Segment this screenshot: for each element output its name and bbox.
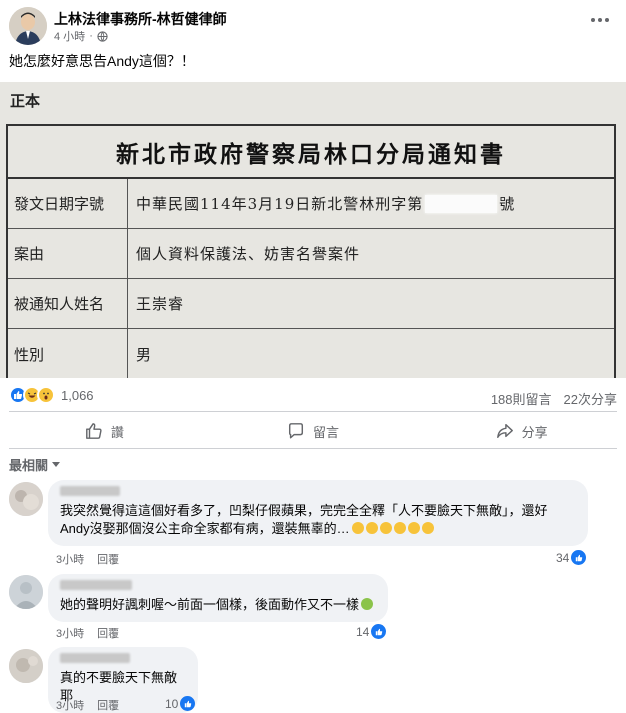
commenter-name-blurred[interactable] — [60, 580, 132, 590]
reply-link[interactable]: 回覆 — [97, 697, 119, 713]
doc-key: 案由 — [8, 229, 128, 278]
doc-value: 男 — [136, 345, 153, 364]
commenter-avatar[interactable] — [9, 649, 43, 683]
comment-like-count[interactable]: 10 — [165, 696, 196, 711]
doc-value: 中華民國114年3月19日新北警林刑字第 號 — [128, 179, 614, 228]
reaction-count: 1,066 — [61, 387, 94, 403]
divider — [9, 411, 617, 412]
like-reaction-icon — [180, 696, 196, 711]
divider — [9, 448, 617, 449]
doc-value: 王崇睿 — [136, 295, 185, 313]
post-header: 上林法律事務所-林哲健律師 4 小時 · — [0, 0, 626, 48]
emoji-icon — [365, 522, 378, 534]
like-reaction-icon — [571, 550, 587, 565]
emoji-icon — [351, 522, 364, 534]
comment-text: 我突然覺得這這個好看多了，凹梨仔假蘋果，完完全全釋「人不要臉天下無敵」，還好An… — [60, 503, 548, 536]
comment-like-count[interactable]: 14 — [356, 624, 387, 639]
doc-row: 被通知人姓名 王崇睿 — [8, 279, 614, 329]
comment-button[interactable]: 留言 — [209, 416, 418, 446]
comment-bubble: 她的聲明好諷刺喔～前面一個樣，後面動作又不一樣 — [48, 574, 388, 622]
like-reaction-icon — [371, 624, 387, 639]
comment-sort-dropdown[interactable]: 最相關 — [9, 455, 61, 474]
post-stats: 188則留言 22次分享 — [491, 389, 617, 408]
doc-value-pre: 中華民國114年3月19日新北警林刑字第 — [136, 195, 424, 213]
wow-reaction-icon — [37, 386, 55, 404]
comment-time[interactable]: 3小時 — [56, 625, 84, 641]
emoji-icon — [361, 598, 374, 610]
dot-separator: · — [89, 30, 93, 42]
emoji-icon — [407, 522, 420, 534]
commenter-name-blurred[interactable] — [60, 653, 130, 663]
globe-icon — [97, 30, 108, 42]
comment-likes: 10 — [165, 696, 179, 711]
comment-text: 她的聲明好諷刺喔～前面一個樣，後面動作又不一樣 — [60, 596, 376, 614]
thumbs-up-icon — [85, 423, 102, 439]
doc-title: 新北市政府警察局林口分局通知書 — [8, 126, 614, 179]
reply-link[interactable]: 回覆 — [97, 551, 119, 567]
doc-label: 正本 — [10, 92, 41, 110]
comment-likes: 34 — [556, 550, 570, 565]
post-text: 她怎麼好意思告Andy這個？！ — [9, 53, 195, 69]
author-avatar[interactable] — [9, 7, 47, 45]
more-options-icon[interactable] — [588, 10, 612, 30]
doc-key: 發文日期字號 — [8, 179, 128, 228]
reply-link[interactable]: 回覆 — [97, 625, 119, 641]
comment-time[interactable]: 3小時 — [56, 697, 84, 713]
doc-key: 被通知人姓名 — [8, 279, 128, 328]
doc-row: 性別 男 — [8, 329, 614, 378]
commenter-avatar[interactable] — [9, 482, 43, 516]
comment-time[interactable]: 3小時 — [56, 551, 84, 567]
post-time[interactable]: 4 小時 — [54, 28, 85, 44]
post-meta: 4 小時 · — [54, 28, 108, 44]
redaction-mark — [425, 194, 498, 213]
comment-likes: 14 — [356, 624, 370, 639]
sort-label: 最相關 — [9, 458, 49, 473]
comment-meta: 3小時 回覆 — [56, 625, 119, 641]
post-photo[interactable]: 正本 新北市政府警察局林口分局通知書 發文日期字號 中華民國114年3月19日新… — [0, 82, 626, 378]
doc-table: 新北市政府警察局林口分局通知書 發文日期字號 中華民國114年3月19日新北警林… — [6, 124, 616, 378]
emoji-icon — [421, 522, 434, 534]
like-button[interactable]: 讚 — [0, 416, 209, 446]
caret-down-icon — [52, 462, 61, 467]
comment-meta: 3小時 回覆 — [56, 697, 119, 713]
doc-value-post: 號 — [499, 195, 516, 213]
share-button[interactable]: 分享 — [417, 416, 626, 446]
comment-count[interactable]: 188則留言 — [491, 389, 552, 408]
doc-value: 個人資料保護法、妨害名譽案件 — [136, 245, 361, 263]
author-name[interactable]: 上林法律事務所-林哲健律師 — [54, 9, 227, 29]
action-bar: 讚 留言 分享 — [0, 416, 626, 446]
doc-row: 發文日期字號 中華民國114年3月19日新北警林刑字第 號 — [8, 179, 614, 229]
share-label: 分享 — [521, 424, 548, 440]
like-label: 讚 — [110, 424, 124, 440]
comment-label: 留言 — [313, 424, 340, 440]
comment-icon — [288, 423, 304, 439]
doc-row: 案由 個人資料保護法、妨害名譽案件 — [8, 229, 614, 279]
commenter-name-blurred[interactable] — [60, 486, 120, 496]
emoji-icon — [379, 522, 392, 534]
comment-bubble: 我突然覺得這這個好看多了，凹梨仔假蘋果，完完全全釋「人不要臉天下無敵」，還好An… — [48, 480, 588, 546]
share-icon — [496, 423, 513, 439]
share-count[interactable]: 22次分享 — [564, 389, 617, 408]
doc-key: 性別 — [8, 329, 128, 378]
reaction-summary[interactable]: 1,066 — [9, 386, 94, 404]
comment-like-count[interactable]: 34 — [556, 550, 587, 565]
emoji-icon — [393, 522, 406, 534]
commenter-avatar[interactable] — [9, 575, 43, 609]
comment-meta: 3小時 回覆 — [56, 551, 119, 567]
